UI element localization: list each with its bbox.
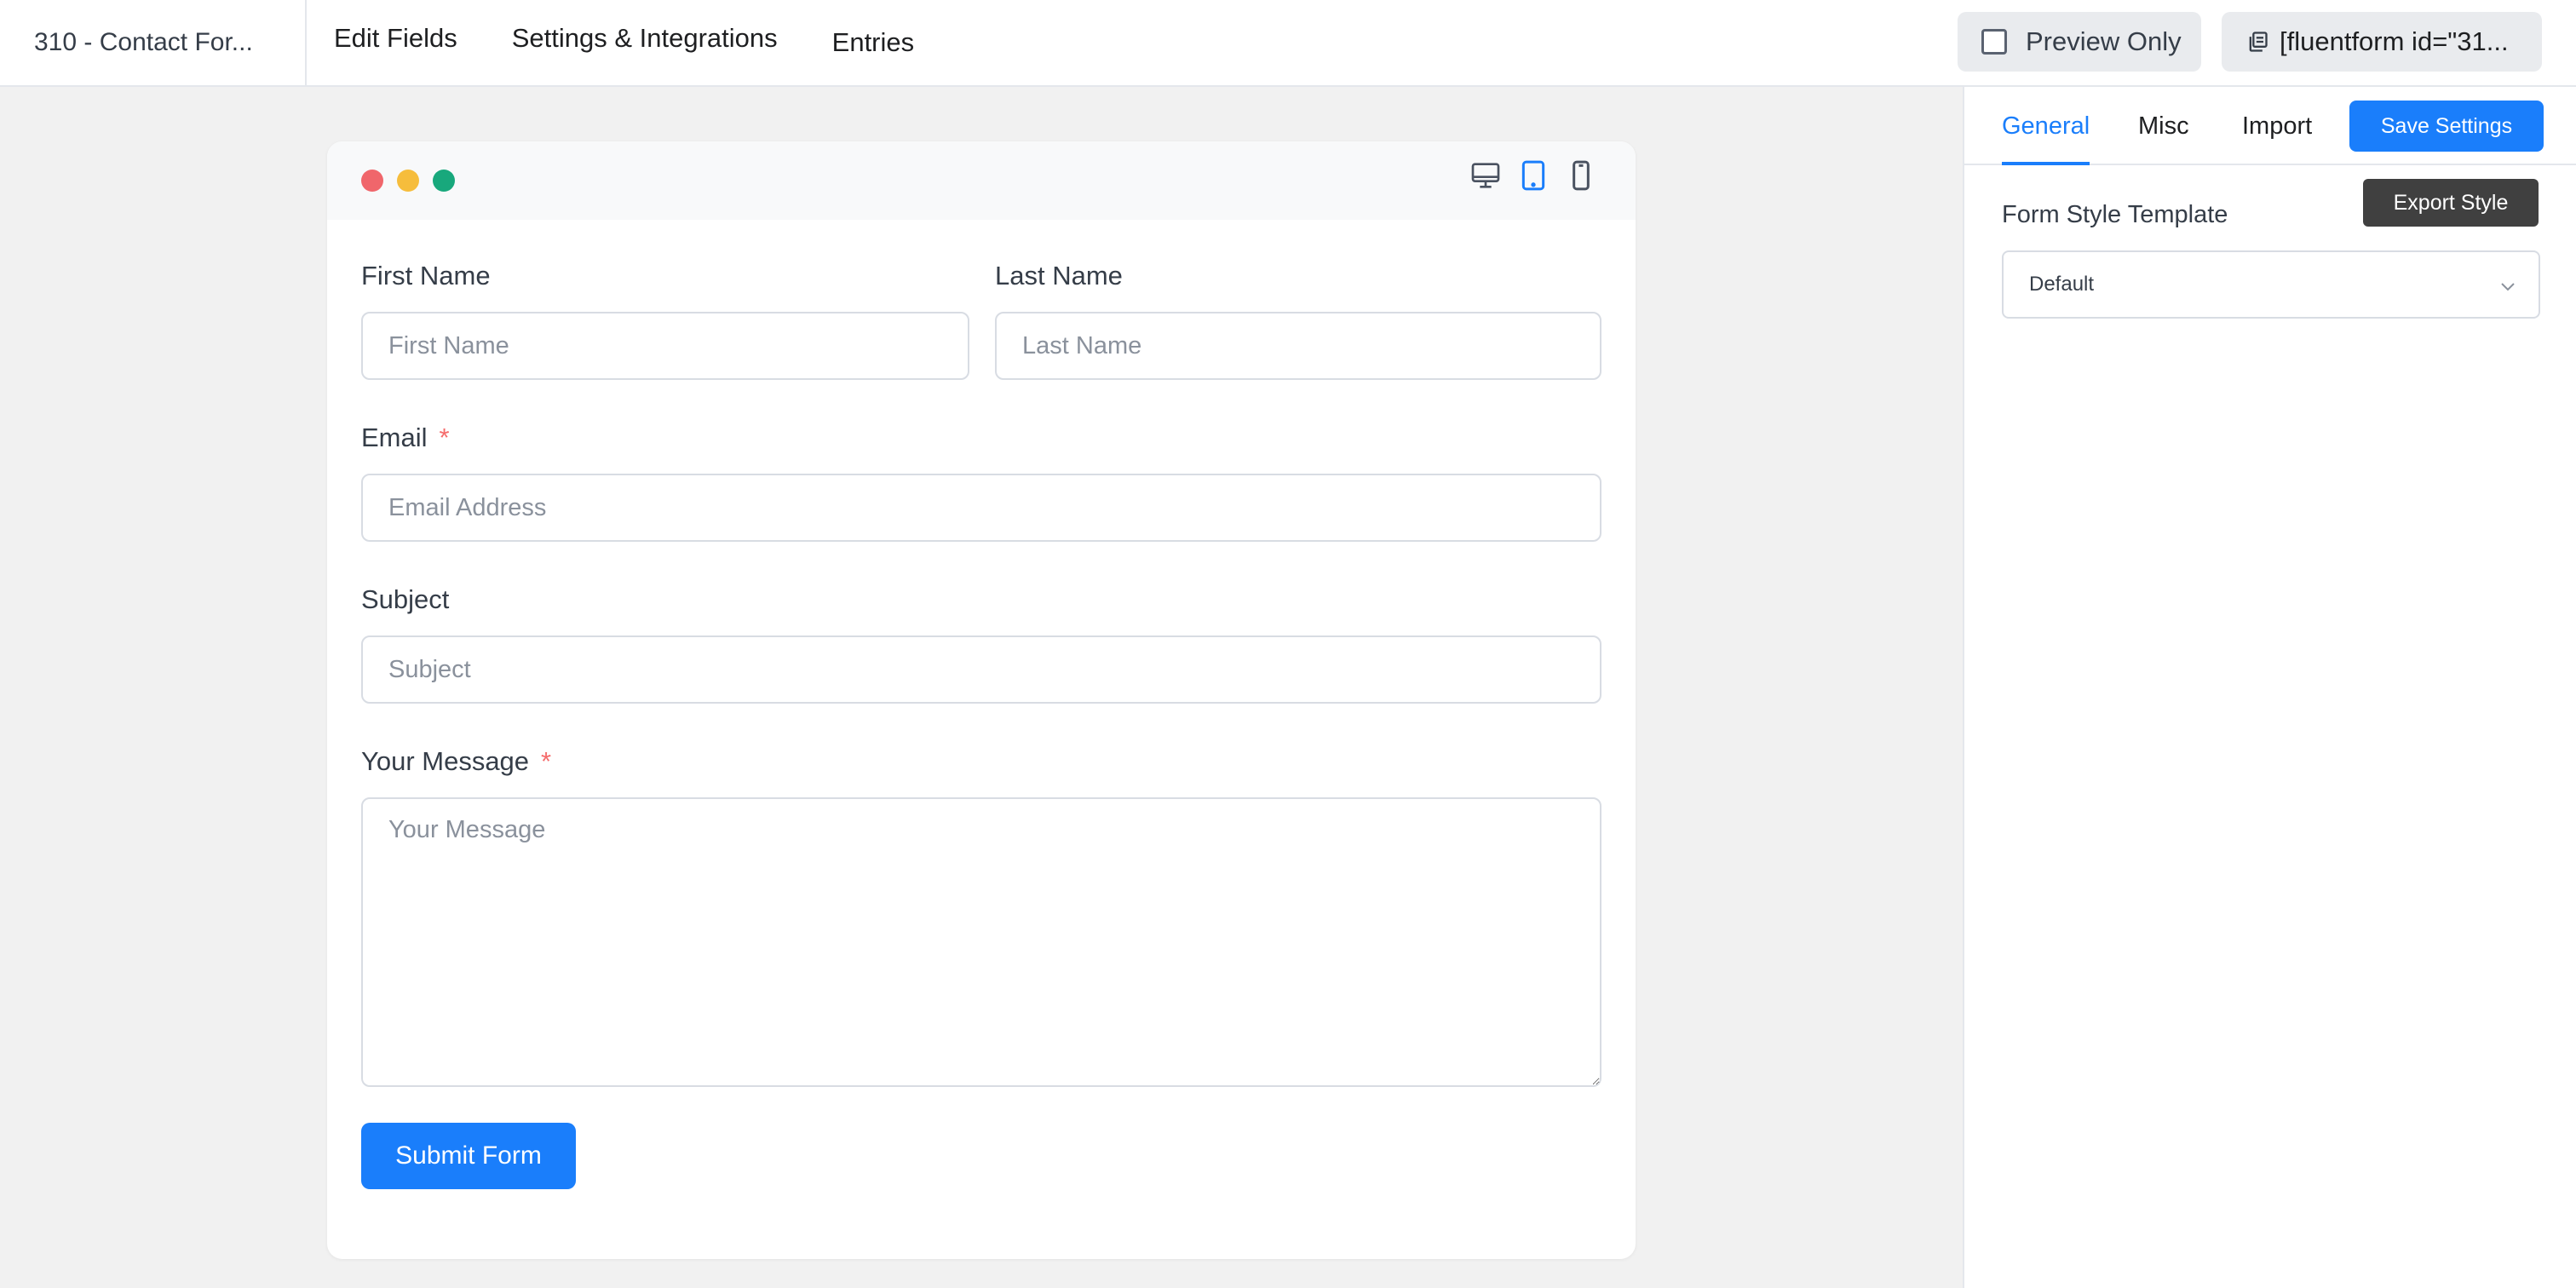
top-bar: 310 - Contact For... Edit Fields Setting…: [0, 0, 2576, 87]
nav-edit-fields[interactable]: Edit Fields: [334, 0, 457, 85]
preview-checkbox[interactable]: [1981, 29, 2007, 55]
form-style-template-select[interactable]: Default: [2002, 250, 2540, 319]
email-label-text: Email: [361, 423, 428, 452]
tablet-icon[interactable]: [1516, 158, 1550, 193]
form-style-template-label: Form Style Template: [2002, 201, 2228, 228]
window-close-dot: [361, 170, 383, 192]
tab-general[interactable]: General: [2002, 87, 2090, 165]
first-name-label: First Name: [361, 261, 491, 290]
window-bar: [327, 141, 1636, 220]
message-label: Your Message *: [361, 746, 551, 777]
chevron-down-icon: [2501, 283, 2515, 291]
top-nav: Edit Fields Settings & Integrations Entr…: [334, 0, 969, 85]
desktop-icon[interactable]: [1469, 158, 1503, 193]
window-minimize-dot: [397, 170, 419, 192]
export-style-button[interactable]: Export Style: [2363, 179, 2539, 227]
email-input[interactable]: [361, 474, 1601, 542]
preview-only-label: Preview Only: [2026, 26, 2182, 56]
copy-icon: [2249, 32, 2268, 52]
form-title[interactable]: 310 - Contact For...: [0, 0, 307, 85]
last-name-label: Last Name: [995, 261, 1123, 290]
email-label: Email *: [361, 423, 450, 453]
message-required-marker: *: [541, 746, 552, 776]
save-settings-button[interactable]: Save Settings: [2349, 101, 2544, 152]
panel-tabs: General Misc Import Save Settings: [1964, 87, 2576, 165]
message-label-text: Your Message: [361, 746, 530, 776]
subject-input[interactable]: [361, 635, 1601, 704]
tab-import[interactable]: Import: [2242, 87, 2312, 165]
nav-settings-integrations[interactable]: Settings & Integrations: [512, 0, 778, 85]
submit-form-button[interactable]: Submit Form: [361, 1123, 576, 1189]
subject-label: Subject: [361, 584, 450, 614]
window-maximize-dot: [433, 170, 455, 192]
last-name-input[interactable]: [995, 312, 1601, 380]
template-select-value: Default: [2029, 273, 2095, 296]
shortcode-text: [fluentform id="31...: [2280, 26, 2509, 56]
tab-misc[interactable]: Misc: [2138, 87, 2189, 165]
form-preview-window: First Name Last Name Email * Subject Your…: [327, 141, 1636, 1259]
settings-panel: General Misc Import Save Settings Form S…: [1963, 87, 2576, 1288]
message-textarea[interactable]: [361, 797, 1601, 1087]
mobile-icon[interactable]: [1564, 158, 1598, 193]
first-name-input[interactable]: [361, 312, 969, 380]
editor-canvas: First Name Last Name Email * Subject Your…: [0, 87, 1963, 1288]
email-required-marker: *: [439, 423, 450, 452]
shortcode-copy-button[interactable]: [fluentform id="31...: [2222, 12, 2542, 72]
preview-only-toggle[interactable]: Preview Only: [1958, 12, 2201, 72]
nav-entries[interactable]: Entries: [832, 0, 914, 85]
